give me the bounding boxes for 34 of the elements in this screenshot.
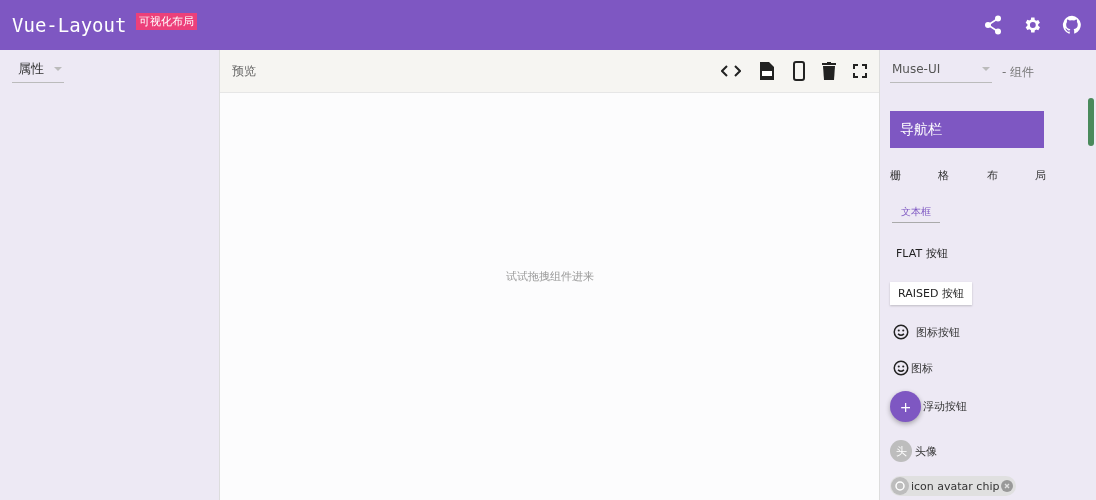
navbar-component[interactable]: 导航栏 xyxy=(890,111,1044,148)
components-label: - 组件 xyxy=(1002,64,1035,81)
fab-label[interactable]: 浮动按钮 xyxy=(923,399,967,414)
grid-cell-label: 栅 xyxy=(890,168,901,183)
scrollbar[interactable] xyxy=(1088,98,1094,146)
fullscreen-icon[interactable] xyxy=(853,64,867,78)
avatar-label[interactable]: 头像 xyxy=(915,443,937,459)
avatar: 头 xyxy=(890,440,912,462)
grid-cell-label: 格 xyxy=(938,168,950,183)
raised-button[interactable]: RAISED 按钮 xyxy=(890,282,972,305)
avatar-icon xyxy=(891,477,909,495)
flat-button[interactable]: FLAT 按钮 xyxy=(890,245,954,262)
empty-canvas-hint: 试试拖拽组件进来 xyxy=(505,269,594,284)
preview-title: 预览 xyxy=(232,62,256,80)
property-select[interactable]: 属性 xyxy=(12,58,64,83)
library-select[interactable]: Muse-UI xyxy=(890,62,992,83)
text-field-component[interactable]: 文本框 xyxy=(892,205,940,223)
file-icon[interactable] xyxy=(758,61,776,81)
chip-label: icon avatar chip xyxy=(911,479,1000,493)
grid-cell-label: 布 xyxy=(986,168,998,183)
grid-cell-label: 局 xyxy=(1035,168,1046,183)
smile-icon xyxy=(892,359,910,377)
code-icon[interactable] xyxy=(721,64,741,78)
share-icon[interactable] xyxy=(984,15,1002,35)
app-title: Vue-Layout xyxy=(12,14,127,36)
icon-label[interactable]: 图标 xyxy=(911,360,933,376)
chip[interactable]: icon avatar chip xyxy=(890,476,1017,496)
trash-icon[interactable] xyxy=(822,62,836,80)
floating-action-button[interactable]: + xyxy=(890,391,921,422)
github-icon[interactable] xyxy=(1062,15,1082,35)
phone-icon[interactable] xyxy=(793,61,805,81)
smile-icon xyxy=(892,323,910,341)
icon-button-label[interactable]: 图标按钮 xyxy=(916,324,960,340)
subtitle-badge: 可视化布局 xyxy=(136,13,198,30)
